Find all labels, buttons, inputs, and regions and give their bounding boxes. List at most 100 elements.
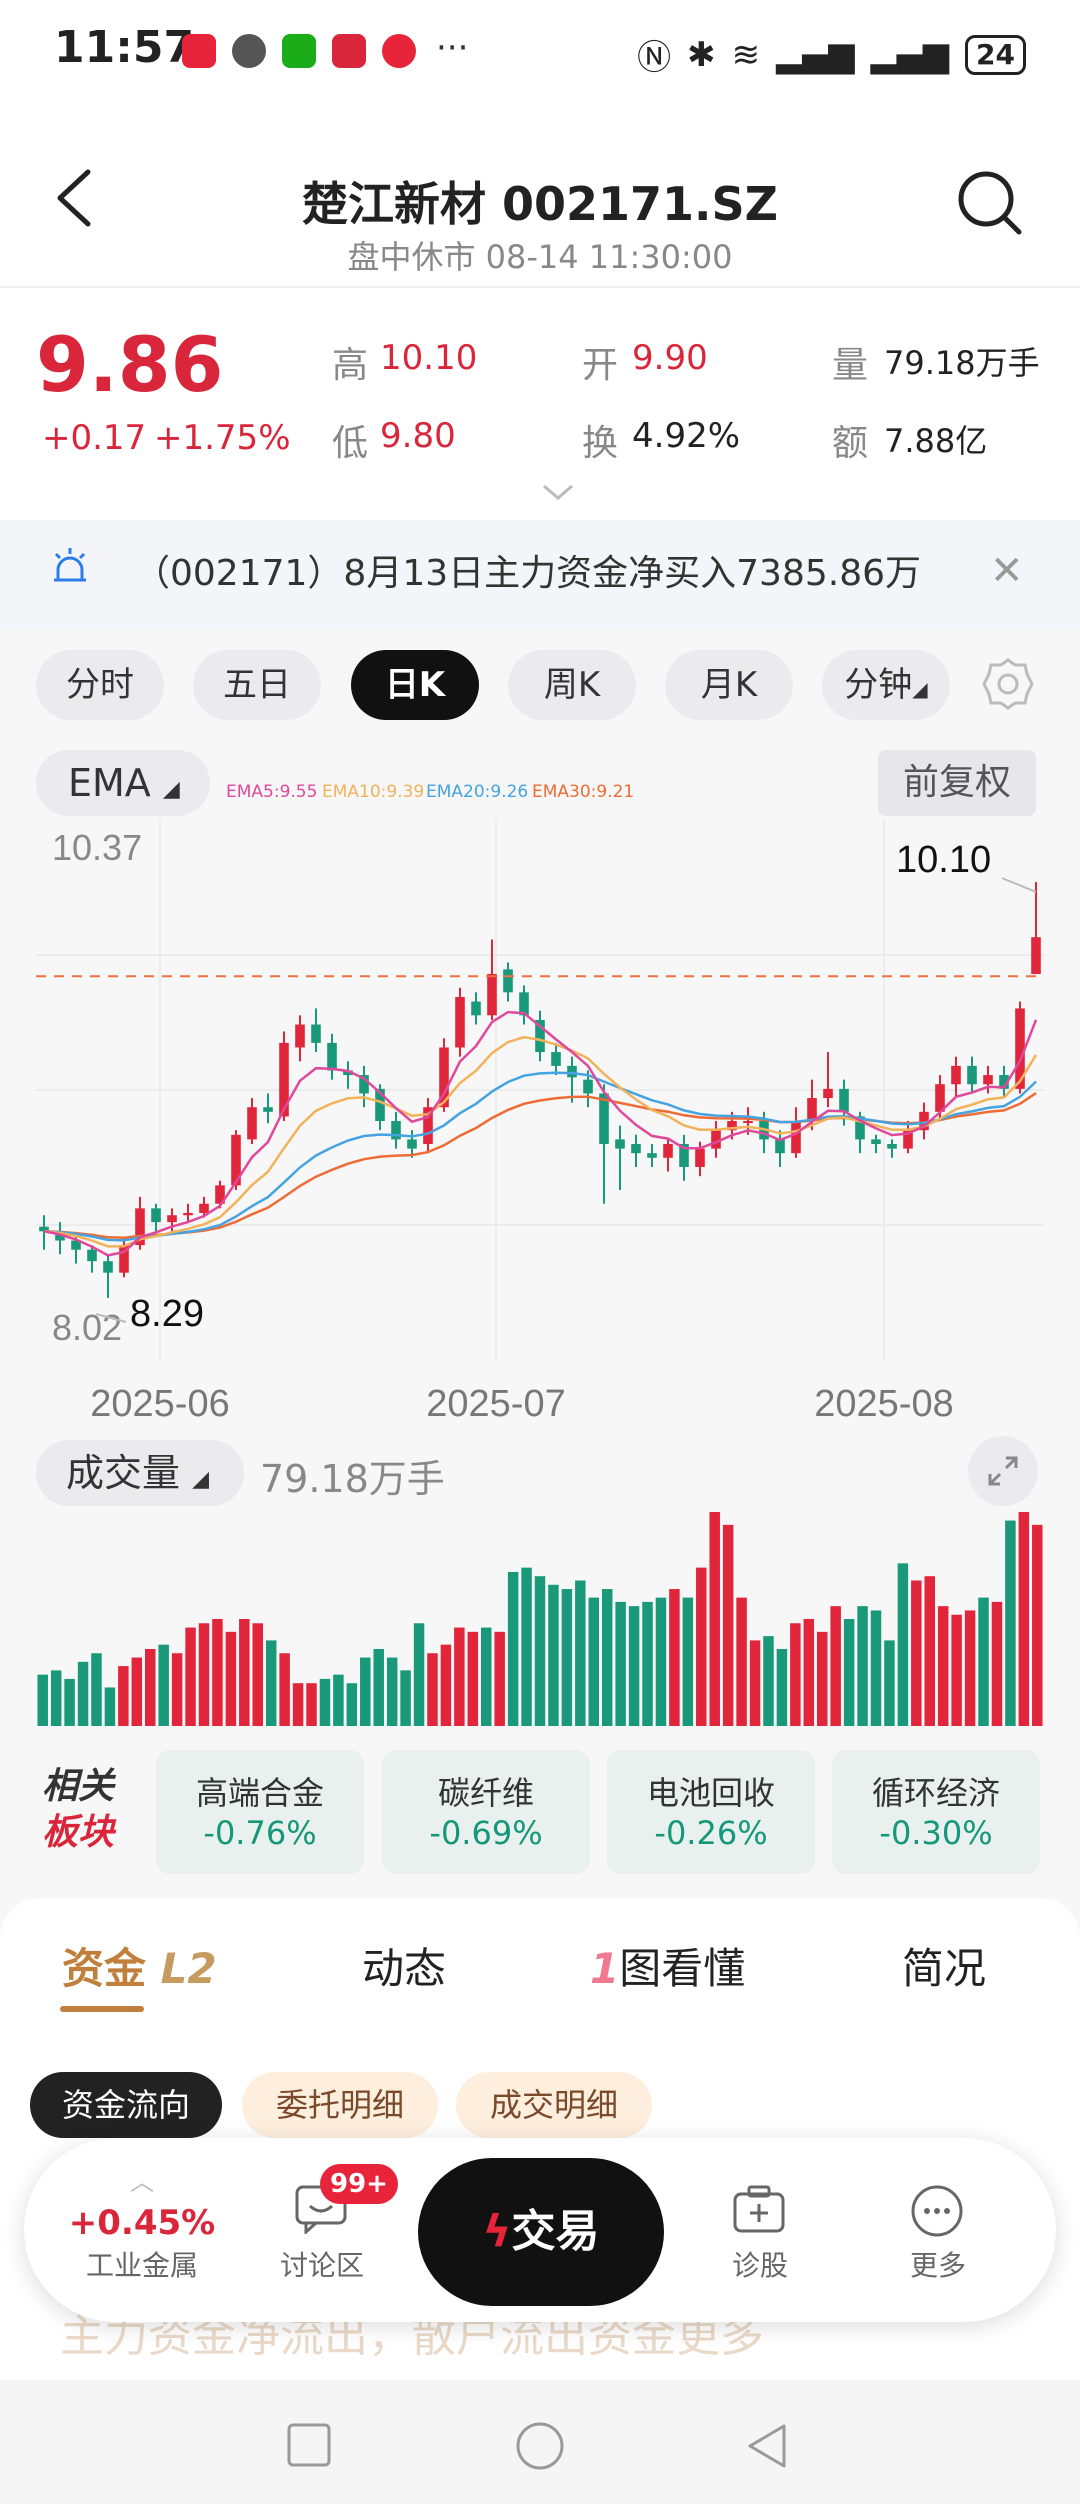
candle-body <box>503 969 513 993</box>
chart-grid <box>36 820 1044 1360</box>
close-icon[interactable]: ✕ <box>990 548 1024 594</box>
adjust-select[interactable]: 前复权 <box>878 750 1036 816</box>
candle-body <box>199 1203 209 1213</box>
volume-bar <box>588 1597 600 1726</box>
market-status: 盘中休市 08-14 11:30:00 <box>347 238 733 276</box>
header-divider <box>0 286 1080 288</box>
candle-body <box>807 1098 817 1122</box>
sector-card[interactable]: 电池回收 -0.26% <box>607 1750 815 1874</box>
volume-bar <box>615 1601 626 1726</box>
volume-bar <box>37 1674 48 1726</box>
chevron-down-icon[interactable] <box>540 480 576 504</box>
volume-indicator-label: 成交量 <box>66 1451 181 1495</box>
subtab-order-detail[interactable]: 委托明细 <box>242 2072 438 2138</box>
lightning-icon: ϟ <box>482 2206 512 2257</box>
more-notifications-icon: ··· <box>436 28 469 68</box>
tab-rik[interactable]: 日K <box>351 650 479 720</box>
indicator-label: EMA <box>68 761 151 805</box>
kline-chart[interactable]: 10.37 8.02 10.10 8.29 2025-06 2025-07 20… <box>0 820 1080 1420</box>
candle-body <box>151 1208 161 1223</box>
volume-bar <box>50 1670 62 1726</box>
ema30-line <box>43 1092 1037 1240</box>
volume-bar <box>628 1606 640 1726</box>
l2-badge: L2 <box>160 1944 217 1993</box>
more-label[interactable]: 更多 <box>858 2244 1018 2284</box>
volume-bar <box>427 1653 438 1726</box>
caret-icon: ◢ <box>192 1467 210 1492</box>
ema20-line <box>43 1071 1037 1242</box>
avatar-app-icon <box>232 34 266 68</box>
search-icon[interactable] <box>955 168 1025 238</box>
subtab-trade-detail[interactable]: 成交明细 <box>456 2072 652 2138</box>
volume-bar <box>548 1584 559 1726</box>
industry-button[interactable]: ︿ +0.45% <box>68 2162 216 2243</box>
volume-bar <box>360 1657 371 1726</box>
fullscreen-icon[interactable] <box>968 1436 1038 1506</box>
volume-bar <box>480 1627 492 1726</box>
tab-wuri[interactable]: 五日 <box>193 650 321 720</box>
home-icon[interactable] <box>514 2420 566 2472</box>
sector-name: 电池回收 <box>646 1774 775 1812</box>
sector-card[interactable]: 高端合金 -0.76% <box>156 1750 364 1874</box>
diagnose-label[interactable]: 诊股 <box>680 2244 840 2284</box>
sectors-title: 相关 板块 <box>42 1764 114 1856</box>
candle-body <box>887 1144 897 1149</box>
sector-card[interactable]: 循环经济 -0.30% <box>832 1750 1040 1874</box>
active-tab-indicator <box>60 2006 144 2012</box>
candle-body <box>839 1088 849 1112</box>
candle-body <box>695 1148 705 1167</box>
wechat-icon <box>282 34 316 68</box>
diagnose-icon[interactable] <box>732 2184 786 2234</box>
candle-body <box>471 1001 481 1016</box>
volume-value: 79.18万手 <box>884 344 1040 382</box>
tab-zhouk[interactable]: 周K <box>508 650 636 720</box>
tab-yuek[interactable]: 月K <box>665 650 793 720</box>
tab-tukandong[interactable]: 1图看懂 <box>590 1935 745 1996</box>
more-icon[interactable] <box>910 2184 964 2238</box>
sector-name: 循环经济 <box>871 1774 1000 1812</box>
discussion-badge: 99+ <box>320 2164 398 2204</box>
amount-label: 额 <box>832 423 869 464</box>
trade-button[interactable]: ϟ交易 <box>418 2158 664 2306</box>
candle-body <box>327 1042 337 1071</box>
volume-indicator-select[interactable]: 成交量 ◢ <box>36 1440 244 1506</box>
subtab-fund-flow[interactable]: 资金流向 <box>30 2072 222 2138</box>
high-label: 高 <box>332 345 369 386</box>
recents-icon[interactable] <box>286 2422 332 2468</box>
volume-bar <box>265 1640 277 1726</box>
back-nav-icon[interactable] <box>744 2422 788 2470</box>
news-text: （002171）8月13日主力资金净买入7385.86万 <box>134 553 922 594</box>
sector-card[interactable]: 碳纤维 -0.69% <box>382 1750 590 1874</box>
sectors-title-line1: 相关 <box>42 1766 115 1807</box>
indicator-select[interactable]: EMA ◢ <box>36 750 210 816</box>
tab-zijin[interactable]: 资金 L2 <box>62 1935 217 1996</box>
volume-bar <box>790 1623 801 1726</box>
gear-icon[interactable] <box>980 656 1036 712</box>
volume-bar <box>534 1576 546 1726</box>
volume-bar <box>763 1636 774 1726</box>
volume-bar <box>225 1631 237 1726</box>
sectors-title-line2: 板块 <box>42 1812 115 1853</box>
volume-bar <box>682 1597 694 1726</box>
signal2-icon: ▂▄▆ <box>870 34 950 75</box>
tab-fenzhong[interactable]: 分钟◢ <box>822 650 950 720</box>
news-app-icon <box>332 34 366 68</box>
volume-bar <box>870 1610 882 1726</box>
volume-bar <box>171 1653 183 1726</box>
candle-body <box>391 1121 401 1140</box>
tab-jiankuang[interactable]: 简况 <box>902 1935 986 1996</box>
volume-bar <box>709 1512 720 1726</box>
candle-body <box>167 1215 177 1223</box>
status-time: 11:57 <box>54 22 195 73</box>
tab-dongtai[interactable]: 动态 <box>362 1935 446 1996</box>
turnover-value: 4.92% <box>632 416 741 456</box>
tab-fenshi[interactable]: 分时 <box>36 650 164 720</box>
discussion-label[interactable]: 讨论区 <box>242 2244 402 2284</box>
tab-zijin-label: 资金 <box>62 1944 147 1993</box>
ema20-legend: EMA20:9.26 <box>426 782 529 802</box>
ema5-legend: EMA5:9.55 <box>226 782 318 802</box>
price-change-pct: +1.75% <box>154 418 291 458</box>
volume-bar <box>642 1601 653 1726</box>
candle-body <box>247 1107 257 1140</box>
volume-bar <box>91 1653 102 1726</box>
